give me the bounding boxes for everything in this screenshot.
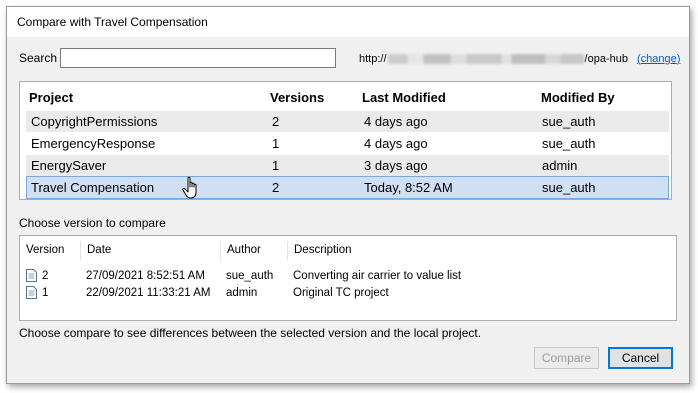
version-number: 1: [42, 287, 49, 299]
version-description: Converting air carrier to value list: [293, 270, 462, 282]
search-label: Search: [19, 51, 58, 65]
version-number: 2: [42, 270, 49, 282]
project-row[interactable]: CopyrightPermissions 2 4 days ago sue_au…: [26, 111, 669, 132]
title-bar: Compare with Travel Compensation: [7, 7, 689, 37]
project-name: EmergencyResponse: [31, 136, 156, 151]
project-row[interactable]: EnergySaver 1 3 days ago admin: [26, 155, 669, 176]
project-versions: 2: [272, 180, 280, 195]
search-input[interactable]: [60, 48, 336, 68]
project-name: Travel Compensation: [31, 180, 155, 195]
server-url-prefix: http://: [359, 53, 387, 65]
project-last-modified: 4 days ago: [364, 114, 428, 129]
document-icon: [26, 286, 37, 299]
version-author: sue_auth: [226, 270, 274, 282]
column-header-versions[interactable]: Versions: [270, 90, 324, 105]
version-date: 22/09/2021 11:33:21 AM: [86, 287, 211, 299]
change-link-label[interactable]: change: [641, 53, 677, 65]
server-url: http:// /opa-hub: [359, 53, 628, 65]
document-icon: [26, 269, 37, 282]
change-link[interactable]: (change): [637, 53, 680, 65]
project-name: EnergySaver: [31, 158, 107, 173]
column-header-project[interactable]: Project: [29, 90, 73, 105]
project-modified-by: sue_auth: [542, 180, 596, 195]
dialog-title: Compare with Travel Compensation: [17, 15, 208, 29]
versions-list: Version Date Author Description 2 27/09/…: [19, 235, 677, 321]
project-last-modified: 4 days ago: [364, 136, 428, 151]
compare-hint: Choose compare to see differences betwee…: [19, 326, 482, 340]
column-header-last-modified[interactable]: Last Modified: [362, 90, 446, 105]
server-url-suffix: /opa-hub: [584, 53, 628, 65]
project-versions: 2: [272, 114, 280, 129]
version-description: Original TC project: [293, 287, 389, 299]
project-modified-by: sue_auth: [542, 136, 596, 151]
hand-cursor-icon: [182, 176, 197, 199]
compare-dialog: Compare with Travel Compensation Search …: [6, 6, 690, 384]
project-modified-by: admin: [542, 158, 578, 173]
project-name: CopyrightPermissions: [31, 114, 158, 129]
column-header-description[interactable]: Description: [288, 241, 588, 261]
blurred-hostname: [387, 54, 584, 64]
project-versions: 1: [272, 136, 280, 151]
column-header-modified-by[interactable]: Modified By: [541, 90, 615, 105]
compare-button[interactable]: Compare: [534, 347, 599, 369]
column-header-author[interactable]: Author: [221, 241, 288, 261]
choose-version-label: Choose version to compare: [19, 216, 166, 230]
projects-list: Project Versions Last Modified Modified …: [19, 81, 672, 200]
project-last-modified: Today, 8:52 AM: [364, 180, 453, 195]
project-row[interactable]: EmergencyResponse 1 4 days ago sue_auth: [26, 133, 669, 154]
version-author: admin: [226, 287, 258, 299]
project-last-modified: 3 days ago: [364, 158, 428, 173]
project-modified-by: sue_auth: [542, 114, 596, 129]
column-header-date[interactable]: Date: [81, 241, 221, 261]
column-header-version[interactable]: Version: [20, 241, 81, 261]
project-versions: 1: [272, 158, 280, 173]
version-date: 27/09/2021 8:52:51 AM: [86, 270, 205, 282]
project-row-selected[interactable]: Travel Compensation 2 Today, 8:52 AM sue…: [26, 176, 669, 199]
cancel-button[interactable]: Cancel: [608, 347, 673, 369]
